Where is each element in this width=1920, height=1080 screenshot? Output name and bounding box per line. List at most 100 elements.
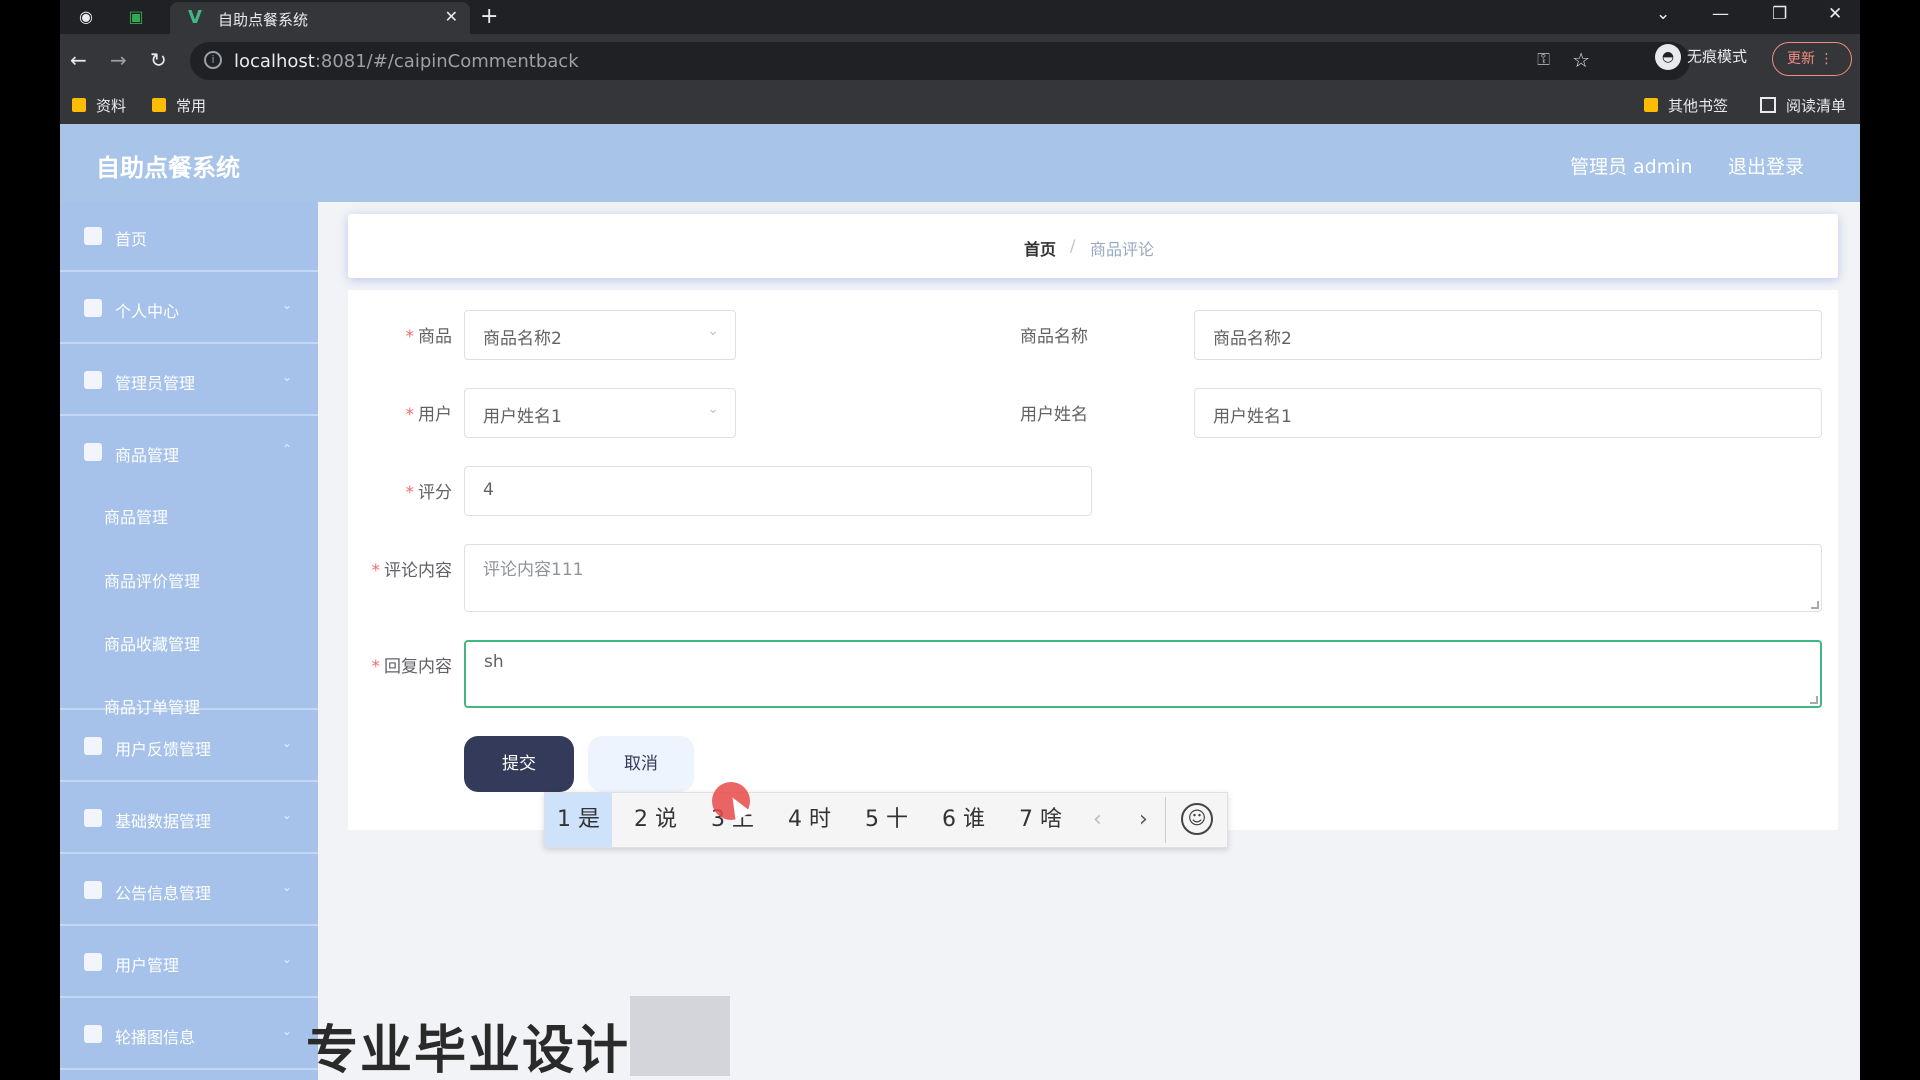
- reading-list[interactable]: 阅读清单: [1760, 95, 1846, 116]
- goods-name-field[interactable]: 商品名称2: [1194, 310, 1822, 360]
- data-icon: [84, 809, 102, 827]
- resize-handle-icon[interactable]: [1810, 696, 1818, 704]
- app-header: 自助点餐系统 管理员 admin 退出登录: [60, 124, 1860, 202]
- user-name-field[interactable]: 用户姓名1: [1194, 388, 1822, 438]
- bookmark-folder-0[interactable]: 资料: [72, 95, 126, 116]
- screen: ◉ ▣ V 自助点餐系统 ✕ + ⌄ — ❐ ✕ ← → ↻ i localho…: [0, 0, 1920, 1080]
- breadcrumb-home[interactable]: 首页: [1024, 236, 1056, 260]
- forward-icon[interactable]: →: [110, 48, 127, 72]
- score-input[interactable]: 4: [464, 466, 1092, 516]
- more-menu-icon: ⋮: [1819, 51, 1834, 67]
- sidebar-item-label: 轮播图信息: [115, 1028, 196, 1047]
- sidebar-item-basedata[interactable]: 基础数据管理 ⌄: [60, 784, 318, 854]
- sidebar-item-label: 管理员管理: [115, 374, 196, 393]
- bookmark-folder-1[interactable]: 常用: [152, 95, 206, 116]
- reply-label-text: 回复内容: [384, 657, 452, 677]
- tab-search-icon[interactable]: ⌄: [1656, 4, 1670, 24]
- goods-select-value: 商品名称2: [483, 329, 562, 349]
- incognito-indicator[interactable]: ◓ 无痕模式: [1655, 44, 1747, 70]
- resize-handle-icon[interactable]: [1811, 601, 1819, 609]
- browser-tab[interactable]: V 自助点餐系统 ✕: [170, 2, 470, 34]
- user-select[interactable]: 用户姓名1 ⌄: [464, 388, 736, 438]
- sidebar-item-users[interactable]: 用户管理 ⌄: [60, 928, 318, 998]
- user-label-text: 用户: [418, 405, 452, 425]
- reload-icon[interactable]: ↻: [150, 48, 167, 72]
- sidebar-item-profile[interactable]: 个人中心 ⌄: [60, 274, 318, 344]
- ime-candidate-4[interactable]: 4 时: [776, 793, 843, 847]
- site-info-icon[interactable]: i: [204, 51, 222, 69]
- goods-select[interactable]: 商品名称2 ⌄: [464, 310, 736, 360]
- comment-textarea[interactable]: 评论内容111: [464, 544, 1822, 612]
- emoji-icon[interactable]: ☺: [1181, 803, 1213, 835]
- ime-candidate-2[interactable]: 2 说: [622, 793, 689, 847]
- reply-textarea[interactable]: sh: [464, 640, 1822, 708]
- ime-candidate-5[interactable]: 5 十: [853, 793, 920, 847]
- key-icon[interactable]: ⚿: [1537, 50, 1550, 70]
- minimize-icon[interactable]: —: [1712, 4, 1729, 24]
- reading-list-label: 阅读清单: [1786, 97, 1847, 115]
- submit-button[interactable]: 提交: [464, 736, 574, 792]
- goods-name-value: 商品名称2: [1213, 329, 1292, 349]
- logout-button[interactable]: 退出登录: [1728, 152, 1804, 179]
- app: 自助点餐系统 管理员 admin 退出登录 首页 个人中心 ⌄ 管理员管理 ⌄ …: [60, 124, 1860, 1080]
- goods-icon: [84, 443, 102, 461]
- home-icon: [84, 227, 102, 245]
- goods-label: * 商品: [348, 322, 453, 347]
- breadcrumb: 首页 / 商品评论: [348, 214, 1838, 278]
- sidebar-item-admins[interactable]: 管理员管理 ⌄: [60, 346, 318, 416]
- sidebar-subitem-goods-comments[interactable]: 商品评价管理: [104, 568, 200, 592]
- reply-value: sh: [484, 652, 504, 672]
- ime-candidate-1[interactable]: 1 是: [545, 793, 612, 847]
- sidebar-item-goods[interactable]: 商品管理 ⌃ 商品管理 商品评价管理 商品收藏管理 商品订单管理: [60, 418, 318, 717]
- folder-icon: [72, 98, 86, 112]
- chevron-down-icon: ⌄: [281, 1024, 292, 1038]
- ime-candidate-bar: 1 是 2 说 3 上 4 时 5 十 6 谁 7 啥 ‹ › ☺: [544, 792, 1228, 848]
- new-tab-button[interactable]: +: [480, 4, 498, 29]
- ime-candidate-6[interactable]: 6 谁: [930, 793, 997, 847]
- watermark-text: 专业毕业设计: [306, 1021, 631, 1080]
- breadcrumb-separator: /: [1070, 236, 1076, 255]
- required-mark: *: [371, 657, 381, 677]
- reply-label: * 回复内容: [348, 652, 453, 677]
- sidebar-item-label: 商品管理: [115, 446, 180, 465]
- score-label: * 评分: [348, 478, 453, 503]
- tab-title: 自助点餐系统: [218, 11, 309, 29]
- app-favicon-icon[interactable]: ▣: [126, 7, 146, 27]
- notice-icon: [84, 881, 102, 899]
- sidebar-item-home[interactable]: 首页: [60, 202, 318, 272]
- back-icon[interactable]: ←: [70, 48, 87, 72]
- chevron-down-icon: ⌄: [707, 323, 719, 339]
- sidebar-item-label: 基础数据管理: [115, 812, 212, 831]
- url-host: localhost: [234, 51, 315, 72]
- restore-icon[interactable]: ❐: [1772, 4, 1787, 24]
- feedback-icon: [84, 737, 102, 755]
- breadcrumb-current: 商品评论: [1090, 240, 1155, 259]
- tab-close-icon[interactable]: ✕: [445, 7, 458, 26]
- bookmark-star-icon[interactable]: ☆: [1572, 48, 1590, 72]
- sidebar-item-label: 首页: [115, 230, 148, 249]
- required-mark: *: [405, 327, 415, 347]
- bookmarks-bar: 资料 常用 其他书签 阅读清单: [60, 88, 1860, 124]
- close-window-icon[interactable]: ✕: [1828, 4, 1842, 24]
- sidebar-subitem-goods-favorites[interactable]: 商品收藏管理: [104, 631, 200, 655]
- url-text: localhost:8081/#/caipinCommentback: [234, 51, 579, 72]
- address-bar[interactable]: i localhost:8081/#/caipinCommentback ⚿ ☆: [190, 42, 1690, 80]
- user-name-label: 用户姓名: [1020, 405, 1088, 425]
- ime-prev-icon[interactable]: ‹: [1093, 793, 1102, 847]
- other-bookmarks[interactable]: 其他书签: [1644, 95, 1728, 116]
- ime-next-icon[interactable]: ›: [1139, 793, 1148, 847]
- ime-candidate-7[interactable]: 7 啥: [1007, 793, 1074, 847]
- browser-globe-icon[interactable]: ◉: [76, 7, 96, 27]
- sidebar-subitem-goods[interactable]: 商品管理: [104, 504, 168, 528]
- required-mark: *: [405, 483, 415, 503]
- sidebar-item-label: 公告信息管理: [115, 884, 212, 903]
- sidebar-item-carousel[interactable]: 轮播图信息 ⌄: [60, 1000, 318, 1070]
- comment-label: * 评论内容: [348, 556, 453, 581]
- comment-label-text: 评论内容: [384, 561, 452, 581]
- admin-label: 管理员 admin: [1570, 156, 1693, 178]
- chevron-down-icon: ⌄: [281, 808, 292, 822]
- update-button[interactable]: 更新 ⋮: [1772, 42, 1852, 76]
- cancel-button[interactable]: 取消: [588, 736, 694, 792]
- sidebar-item-notices[interactable]: 公告信息管理 ⌄: [60, 856, 318, 926]
- sidebar-item-feedback[interactable]: 用户反馈管理 ⌄: [60, 712, 318, 782]
